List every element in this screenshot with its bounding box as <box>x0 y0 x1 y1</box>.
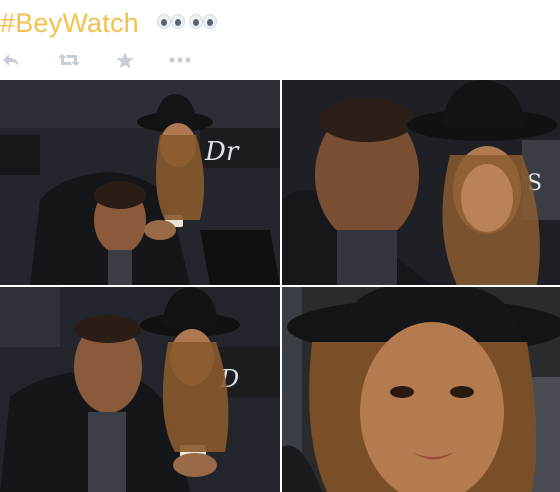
hashtag-link[interactable]: #BeyWatch <box>0 6 139 40</box>
photo-courtside-closeup[interactable]: S <box>282 80 560 285</box>
eyes-icon <box>187 14 219 30</box>
photo-courtside-wide[interactable]: Dr <box>0 80 280 285</box>
eyes-emoji-icon <box>155 14 221 30</box>
tweet-actions <box>0 48 560 72</box>
photo-grid: Dr S D <box>0 80 560 492</box>
retweet-icon[interactable] <box>56 48 82 72</box>
eyes-icon <box>155 14 187 30</box>
photo-courtside-medium[interactable]: D <box>0 287 280 492</box>
favorite-star-icon[interactable] <box>115 48 135 72</box>
photo-hat-closeup[interactable] <box>282 287 560 492</box>
more-icon[interactable] <box>168 48 192 72</box>
tweet-header: #BeyWatch <box>0 0 560 46</box>
reply-icon[interactable] <box>0 48 22 72</box>
svg-text:Dr: Dr <box>204 137 240 167</box>
